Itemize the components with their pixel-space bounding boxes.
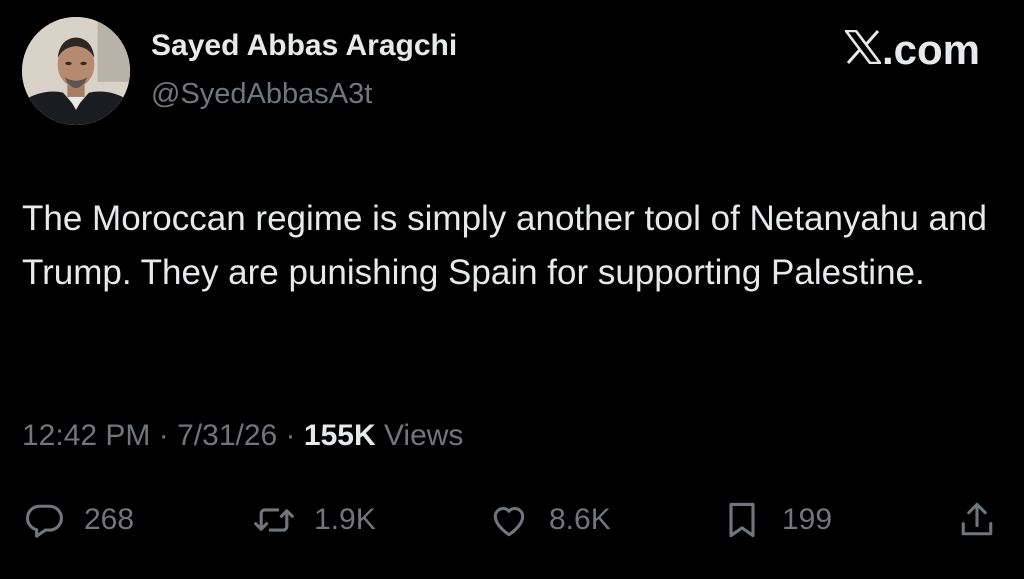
user-handle[interactable]: @SyedAbbasA3t: [151, 78, 372, 111]
repost-button[interactable]: 1.9K: [252, 490, 376, 550]
meta-separator: ·: [285, 419, 296, 452]
x-com-brand: .com: [843, 26, 980, 74]
bookmark-icon: [720, 498, 764, 542]
meta-separator: ·: [158, 419, 169, 452]
x-logo-icon: [843, 26, 883, 74]
heart-icon: [487, 498, 531, 542]
action-bar: 268 1.9K 8.6K 199: [0, 490, 1024, 550]
repost-count: 1.9K: [314, 503, 376, 536]
avatar[interactable]: [22, 17, 130, 125]
tweet-date[interactable]: 7/31/26: [177, 419, 277, 452]
display-name[interactable]: Sayed Abbas Aragchi: [151, 29, 457, 63]
bookmark-button[interactable]: 199: [720, 490, 832, 550]
reply-count: 268: [84, 503, 135, 536]
brand-domain: .com: [881, 26, 980, 73]
tweet-time[interactable]: 12:42 PM: [22, 419, 150, 452]
tweet-text: The Moroccan regime is simply another to…: [22, 199, 987, 292]
share-button[interactable]: [955, 490, 999, 550]
share-icon: [955, 498, 999, 542]
bookmark-count: 199: [782, 503, 833, 536]
tweet-meta: 12:42 PM · 7/31/26 · 155K Views: [22, 419, 463, 453]
reply-icon: [22, 498, 66, 542]
avatar-photo: [22, 17, 130, 125]
views-label: Views: [383, 419, 464, 452]
views-count: 155K: [303, 419, 376, 452]
repost-icon: [252, 498, 296, 542]
tweet-card: Sayed Abbas Aragchi @SyedAbbasA3t .com T…: [0, 0, 1024, 579]
like-count: 8.6K: [549, 503, 611, 536]
like-button[interactable]: 8.6K: [487, 490, 611, 550]
reply-button[interactable]: 268: [22, 490, 134, 550]
